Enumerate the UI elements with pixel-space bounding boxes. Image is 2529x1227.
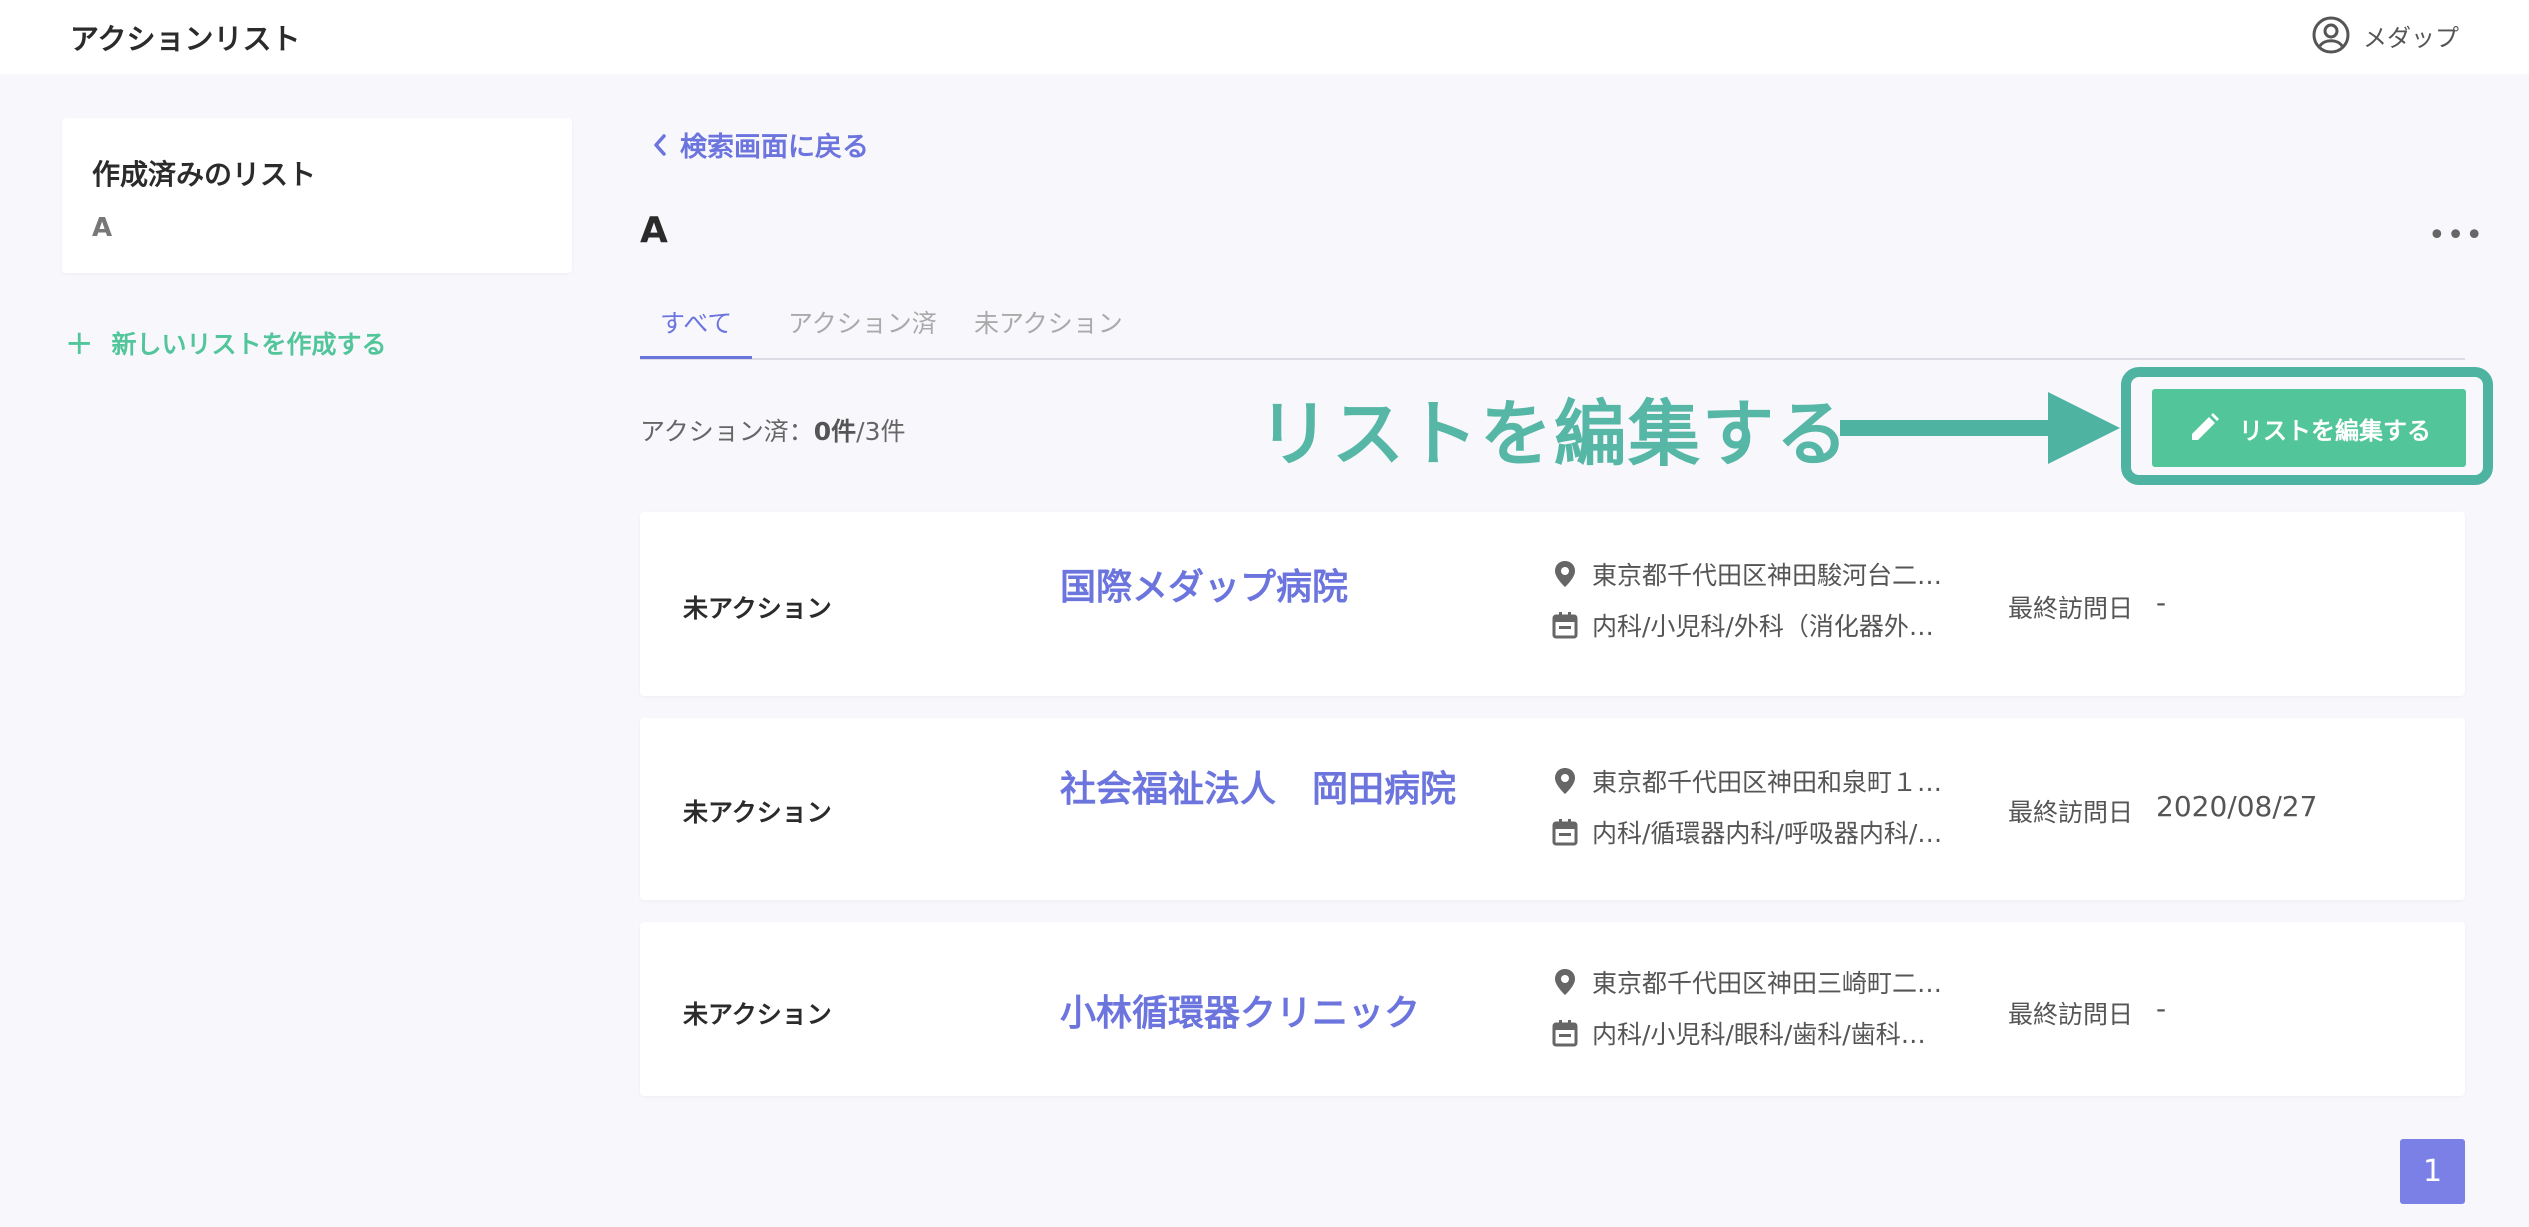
chevron-left-icon xyxy=(654,133,666,156)
list-title: A xyxy=(640,210,668,251)
filter-tabs: すべて アクション済 未アクション xyxy=(640,300,2465,360)
last-visit-label: 最終訪問日 xyxy=(2008,594,2134,623)
departments-text: 内科/循環器内科/呼吸器内科/… xyxy=(1592,819,1943,848)
create-new-list-button[interactable]: + 新しいリストを作成する xyxy=(65,325,387,361)
departments-row: 内科/小児科/眼科/歯科/歯科… xyxy=(1550,1015,1926,1051)
location-pin-icon xyxy=(1555,561,1575,587)
back-to-search-label: 検索画面に戻る xyxy=(680,132,869,163)
edit-list-button[interactable]: リストを編集する xyxy=(2152,389,2466,467)
user-menu[interactable]: メダップ xyxy=(2311,15,2459,55)
tab-not-actioned[interactable]: 未アクション xyxy=(954,304,1143,356)
calendar-icon xyxy=(1552,1020,1578,1047)
departments-row: 内科/循環器内科/呼吸器内科/… xyxy=(1550,814,1942,850)
created-lists-card: 作成済みのリスト A xyxy=(62,118,572,273)
more-options-icon[interactable]: ••• xyxy=(2428,218,2484,253)
create-new-list-label: 新しいリストを作成する xyxy=(111,330,387,359)
plus-icon: + xyxy=(65,323,94,363)
user-name: メダップ xyxy=(2363,23,2459,52)
calendar-icon xyxy=(1552,819,1578,846)
edit-list-label: リストを編集する xyxy=(2239,416,2431,445)
last-visit-value: 2020/08/27 xyxy=(2156,790,2318,823)
last-visit-label: 最終訪問日 xyxy=(2008,1000,2134,1029)
departments-text: 内科/小児科/眼科/歯科/歯科… xyxy=(1592,1020,1926,1049)
address-row: 東京都千代田区神田和泉町１… xyxy=(1550,763,1942,799)
address-row: 東京都千代田区神田三崎町二… xyxy=(1550,964,1942,1000)
address-text: 東京都千代田区神田和泉町１… xyxy=(1592,768,1943,797)
address-text: 東京都千代田区神田三崎町二… xyxy=(1592,969,1943,998)
list-item[interactable]: 未アクション 国際メダップ病院 東京都千代田区神田駿河台二… 内科/小児科/外科… xyxy=(640,512,2465,696)
top-bar: アクションリスト メダップ xyxy=(0,0,2529,74)
departments-row: 内科/小児科/外科（消化器外… xyxy=(1550,607,1934,643)
list-item-a[interactable]: A xyxy=(92,213,112,243)
address-text: 東京都千代田区神田駿河台二… xyxy=(1592,561,1943,590)
location-pin-icon xyxy=(1555,768,1575,794)
created-lists-title: 作成済みのリスト xyxy=(92,158,317,191)
user-avatar-icon xyxy=(2312,16,2350,54)
action-count-prefix: アクション済： xyxy=(640,417,814,446)
departments-text: 内科/小児科/外科（消化器外… xyxy=(1592,612,1934,641)
action-status: 未アクション xyxy=(683,594,832,623)
action-status: 未アクション xyxy=(683,798,832,827)
tab-all[interactable]: すべて xyxy=(640,304,753,359)
list-item[interactable]: 未アクション 社会福祉法人 岡田病院 東京都千代田区神田和泉町１… 内科/循環器… xyxy=(640,718,2465,900)
action-count: アクション済：0件/3件 xyxy=(640,412,906,448)
annotation-arrow-icon xyxy=(1840,392,2120,464)
facility-name-link[interactable]: 小林循環器クリニック xyxy=(1060,984,1420,1036)
list-item[interactable]: 未アクション 小林循環器クリニック 東京都千代田区神田三崎町二… 内科/小児科/… xyxy=(640,922,2465,1096)
back-to-search-link[interactable]: 検索画面に戻る xyxy=(650,125,869,164)
last-visit-value: - xyxy=(2156,586,2167,619)
pagination-page-1[interactable]: 1 xyxy=(2400,1139,2465,1204)
facility-name-link[interactable]: 国際メダップ病院 xyxy=(1060,558,1348,610)
location-pin-icon xyxy=(1555,969,1575,995)
action-count-total: /3件 xyxy=(856,417,906,446)
action-status: 未アクション xyxy=(683,1000,832,1029)
calendar-icon xyxy=(1552,612,1578,639)
facility-name-link[interactable]: 社会福祉法人 岡田病院 xyxy=(1060,760,1456,812)
annotation-label: リストを編集する xyxy=(1258,392,1851,476)
last-visit-value: - xyxy=(2156,992,2167,1025)
tab-actioned[interactable]: アクション済 xyxy=(768,304,957,356)
last-visit-label: 最終訪問日 xyxy=(2008,798,2134,827)
action-count-done: 0件 xyxy=(813,417,857,446)
pencil-icon xyxy=(2192,413,2219,440)
app-title: アクションリスト xyxy=(70,22,301,56)
address-row: 東京都千代田区神田駿河台二… xyxy=(1550,556,1942,592)
